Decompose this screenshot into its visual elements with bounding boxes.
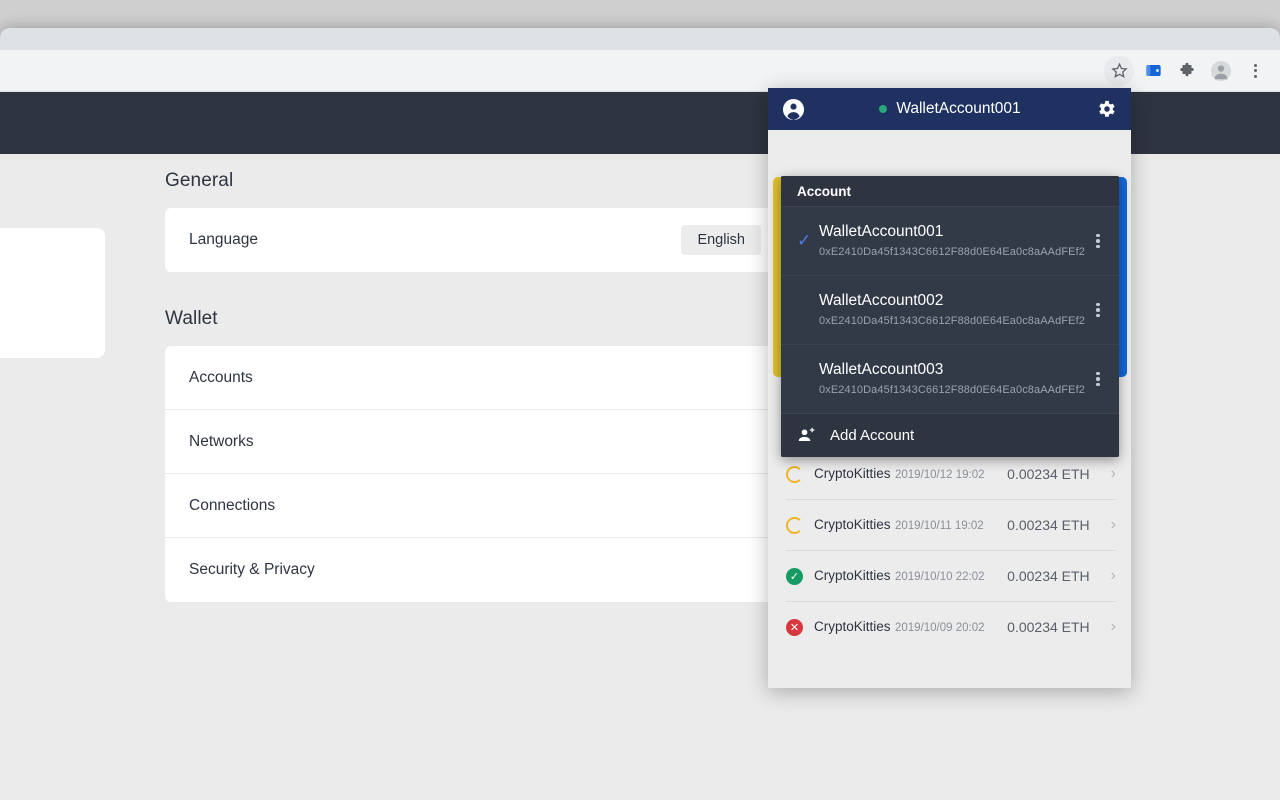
transaction-amount: 0.00234 ETH	[1007, 517, 1090, 533]
status-pending-icon	[786, 465, 803, 483]
transaction-name: CryptoKitties	[814, 465, 891, 481]
kebab-menu-icon	[1096, 232, 1100, 251]
wallet-popup-body: CryptoKitties 2019/10/12 19:02 0.00234 E…	[768, 130, 1131, 688]
account-name: WalletAccount001	[819, 222, 944, 240]
chevron-right-icon: ›	[1110, 618, 1116, 635]
settings-row-label: Networks	[189, 432, 254, 450]
transaction-date: 2019/10/10 22:02	[894, 570, 985, 583]
transaction-info: CryptoKitties 2019/10/12 19:02	[814, 465, 996, 483]
gear-icon[interactable]	[1095, 98, 1117, 120]
transaction-date: 2019/10/11 19:02	[894, 519, 984, 532]
account-dropdown-title: Account	[781, 176, 1119, 206]
person-add-icon	[797, 426, 816, 445]
chevron-right-icon: ›	[1110, 465, 1116, 482]
account-address: 0xE2410Da45f1343C6612F88d0E64Ea0c8aAAdFE…	[819, 245, 1085, 258]
settings-card-wallet: Accounts Networks Connections Security &…	[165, 346, 785, 602]
list-item[interactable]: WalletAccount003 0xE2410Da45f1343C6612F8…	[781, 344, 1119, 413]
transaction-name: CryptoKitties	[814, 567, 891, 583]
account-name: WalletAccount002	[819, 291, 944, 309]
settings-row-language[interactable]: Language English	[165, 208, 785, 272]
check-icon: ✓	[797, 231, 812, 250]
list-item[interactable]: WalletAccount002 0xE2410Da45f1343C6612F8…	[781, 275, 1119, 344]
transaction-date: 2019/10/12 19:02	[894, 468, 985, 481]
chrome-menu-icon[interactable]	[1240, 56, 1270, 86]
browser-toolbar	[0, 50, 1280, 92]
account-info: WalletAccount002 0xE2410Da45f1343C6612F8…	[819, 291, 1085, 330]
kebab-menu-icon	[1096, 301, 1100, 320]
settings-row-connections[interactable]: Connections	[165, 474, 785, 538]
sidebar-card[interactable]	[0, 228, 105, 358]
settings-row-label: Security & Privacy	[189, 561, 315, 578]
transaction-name: CryptoKitties	[814, 516, 891, 532]
wallet-popup: WalletAccount001 CryptoKitties 2019/10/1…	[768, 88, 1131, 688]
transaction-amount: 0.00234 ETH	[1007, 568, 1090, 584]
account-info: WalletAccount001 0xE2410Da45f1343C6612F8…	[819, 222, 1085, 261]
extensions-puzzle-icon[interactable]	[1172, 56, 1202, 86]
status-pending-icon	[786, 516, 803, 534]
section-title-general: General	[165, 170, 234, 191]
settings-row-label: Connections	[189, 496, 276, 514]
transaction-list: CryptoKitties 2019/10/12 19:02 0.00234 E…	[786, 448, 1116, 652]
chevron-right-icon: ›	[1110, 516, 1116, 533]
connection-status-dot	[879, 105, 888, 113]
wallet-popup-header: WalletAccount001	[768, 88, 1131, 130]
account-address: 0xE2410Da45f1343C6612F88d0E64Ea0c8aAAdFE…	[819, 314, 1085, 327]
settings-row-label: Accounts	[189, 368, 253, 386]
status-failed-icon: ✕	[786, 618, 803, 636]
transaction-amount: 0.00234 ETH	[1007, 466, 1090, 482]
popup-account-title: WalletAccount001	[879, 100, 1021, 118]
popup-account-name: WalletAccount001	[896, 100, 1021, 117]
account-options-button[interactable]	[1085, 232, 1111, 251]
chevron-right-icon: ›	[1110, 567, 1116, 584]
account-name: WalletAccount003	[819, 360, 944, 378]
transaction-date: 2019/10/09 20:02	[894, 621, 985, 634]
profile-avatar-icon[interactable]	[1206, 56, 1236, 86]
account-options-button[interactable]	[1085, 370, 1111, 389]
browser-tab-strip[interactable]	[0, 28, 1280, 50]
account-dropdown: Account ✓ WalletAccount001 0xE2410Da45f1…	[781, 176, 1119, 457]
transaction-info: CryptoKitties 2019/10/10 22:02	[814, 567, 996, 585]
transaction-info: CryptoKitties 2019/10/11 19:02	[814, 516, 996, 534]
bookmark-star-icon[interactable]	[1104, 55, 1134, 86]
account-circle-icon[interactable]	[782, 98, 805, 121]
account-address: 0xE2410Da45f1343C6612F88d0E64Ea0c8aAAdFE…	[819, 383, 1085, 396]
add-account-label: Add Account	[830, 427, 915, 444]
transaction-name: CryptoKitties	[814, 618, 891, 634]
section-title-wallet: Wallet	[165, 308, 218, 329]
transaction-amount: 0.00234 ETH	[1007, 619, 1090, 635]
table-row[interactable]: CryptoKitties 2019/10/11 19:02 0.00234 E…	[786, 499, 1116, 550]
account-options-button[interactable]	[1085, 301, 1111, 320]
status-success-icon: ✓	[786, 567, 803, 585]
settings-card-general: Language English	[165, 208, 785, 272]
table-row[interactable]: ✕ CryptoKitties 2019/10/09 20:02 0.00234…	[786, 601, 1116, 652]
settings-row-label: Language	[189, 231, 258, 248]
add-account-button[interactable]: Add Account	[781, 413, 1119, 457]
settings-row-networks[interactable]: Networks	[165, 410, 785, 474]
list-item[interactable]: ✓ WalletAccount001 0xE2410Da45f1343C6612…	[781, 206, 1119, 275]
account-info: WalletAccount003 0xE2410Da45f1343C6612F8…	[819, 360, 1085, 399]
kebab-menu-icon	[1096, 370, 1100, 389]
language-value-chip[interactable]: English	[681, 225, 761, 255]
settings-panel: General Language English Wallet Accounts…	[165, 170, 785, 602]
screen: General Language English Wallet Accounts…	[0, 0, 1280, 800]
transaction-info: CryptoKitties 2019/10/09 20:02	[814, 618, 996, 636]
settings-row-accounts[interactable]: Accounts	[165, 346, 785, 410]
table-row[interactable]: ✓ CryptoKitties 2019/10/10 22:02 0.00234…	[786, 550, 1116, 601]
settings-row-security-privacy[interactable]: Security & Privacy	[165, 538, 785, 602]
wallet-extension-icon[interactable]	[1138, 56, 1168, 86]
